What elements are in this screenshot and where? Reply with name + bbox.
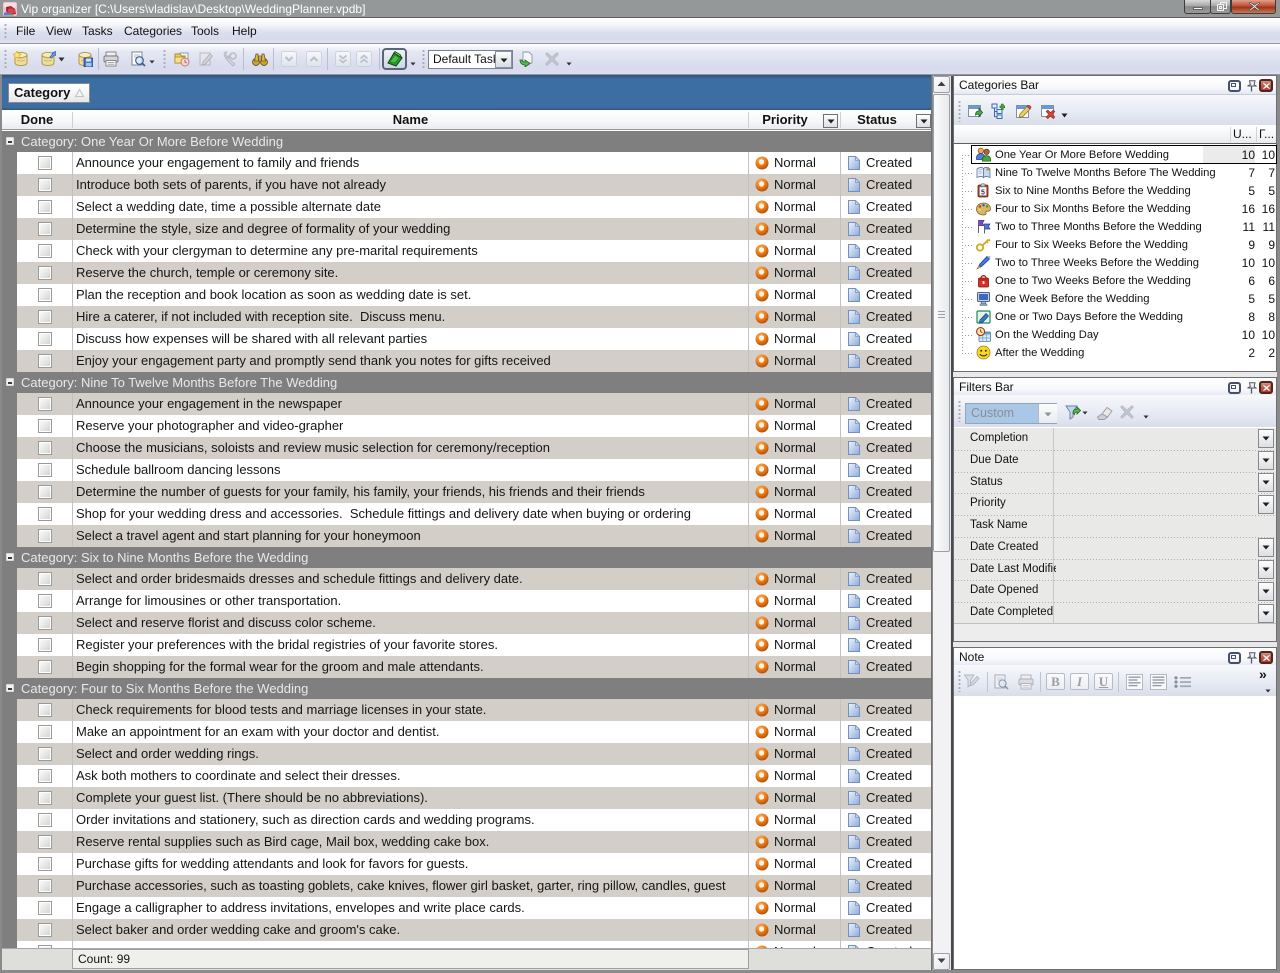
svg-text:5: 5 [981,190,985,197]
